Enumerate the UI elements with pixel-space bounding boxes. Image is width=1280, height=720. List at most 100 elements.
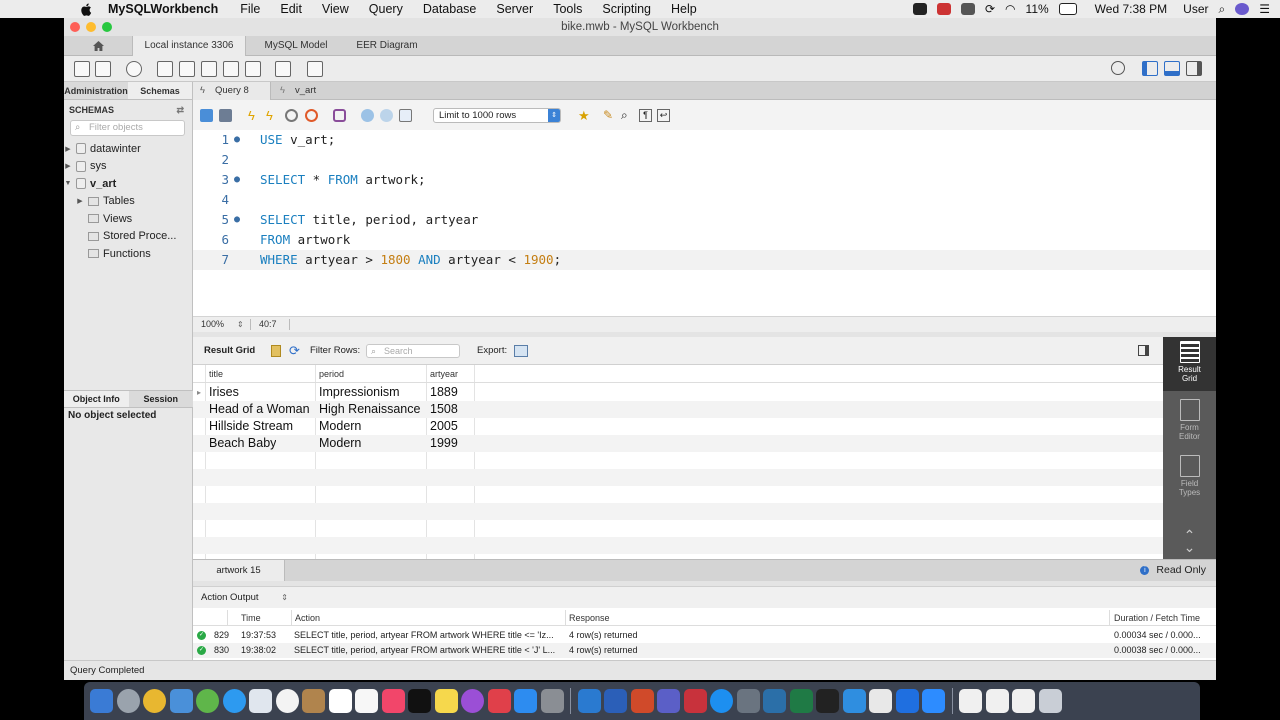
result-tab-artwork[interactable]: artwork 15 <box>193 560 285 581</box>
dictionary-icon[interactable] <box>683 689 707 713</box>
status-app-icon[interactable] <box>936 3 951 15</box>
reconnect-icon[interactable] <box>307 61 323 77</box>
filter-rows-input[interactable]: ⌕ Search <box>366 344 460 358</box>
document-icon[interactable] <box>1012 689 1035 713</box>
excel-icon[interactable] <box>789 689 813 713</box>
stop-icon[interactable] <box>305 109 318 122</box>
screen-record-icon[interactable] <box>912 3 927 15</box>
cell-period[interactable]: Modern <box>316 418 361 435</box>
menu-edit[interactable]: Edit <box>280 2 302 16</box>
tree-tables[interactable]: ▶ Tables <box>64 193 192 211</box>
textedit-icon[interactable] <box>869 689 892 713</box>
toggle-output-icon[interactable] <box>1164 61 1180 76</box>
search-table-data-icon[interactable] <box>275 61 291 77</box>
column-header-period[interactable]: period <box>316 365 344 383</box>
app-menu[interactable]: MySQLWorkbench <box>108 2 218 16</box>
close-window-button[interactable] <box>70 22 80 32</box>
tab-v-art[interactable]: ϟ v_art <box>273 82 343 100</box>
wrap-lines-icon[interactable]: ↩ <box>657 109 670 122</box>
tab-administration[interactable]: Administration <box>64 82 128 99</box>
news-icon[interactable] <box>487 689 511 713</box>
system-preferences-icon[interactable] <box>540 689 564 713</box>
result-grid-view-button[interactable]: Result Grid <box>1163 337 1216 391</box>
document-icon[interactable] <box>959 689 982 713</box>
mysql-workbench-icon[interactable] <box>763 689 786 713</box>
scroll-arrows-icon[interactable]: ⌃ ⌄ <box>1163 528 1216 555</box>
wifi-icon[interactable]: ◠ <box>1005 2 1015 16</box>
cell-title[interactable]: Irises <box>206 384 239 401</box>
field-types-button[interactable]: Field Types <box>1163 451 1216 501</box>
col-duration[interactable]: Duration / Fetch Time <box>1114 610 1200 626</box>
menu-scripting[interactable]: Scripting <box>602 2 651 16</box>
tab-mysql-model[interactable]: MySQL Model <box>246 36 346 56</box>
filter-objects-input[interactable]: ⌕ Filter objects <box>70 120 185 136</box>
cell-artyear[interactable]: 1889 <box>427 384 458 401</box>
table-row[interactable]: Hillside Stream Modern 2005 <box>193 418 1163 435</box>
zoom-icon[interactable] <box>922 689 945 713</box>
invisible-chars-icon[interactable]: ¶ <box>639 109 652 122</box>
brush-icon[interactable]: ✎ <box>603 109 616 122</box>
tab-session[interactable]: Session <box>129 391 194 407</box>
menu-tools[interactable]: Tools <box>553 2 582 16</box>
create-schema-icon[interactable] <box>157 61 173 77</box>
teams-icon[interactable] <box>657 689 680 713</box>
schema-sys[interactable]: ▶ sys <box>64 158 192 176</box>
maps-icon[interactable] <box>249 689 272 713</box>
new-sql-tab-icon[interactable] <box>74 61 90 77</box>
sql-editor[interactable]: 1 ● USE v_art; 2 3 ● SELECT * FROM artwork… <box>193 130 1216 316</box>
toggle-panel-icon[interactable] <box>1138 345 1149 356</box>
menu-help[interactable]: Help <box>671 2 697 16</box>
cell-title[interactable]: Hillside Stream <box>206 418 293 435</box>
messages-icon[interactable] <box>222 689 246 713</box>
chrome-icon[interactable] <box>143 689 166 713</box>
chevron-updown-icon[interactable]: ⇕ <box>281 593 288 602</box>
explain-icon[interactable] <box>285 109 298 122</box>
inspector-icon[interactable] <box>126 61 142 77</box>
action-output-select[interactable]: Action Output <box>201 592 259 603</box>
preview-icon[interactable] <box>169 689 193 713</box>
app-store-icon[interactable] <box>514 689 537 713</box>
launchpad-icon[interactable] <box>116 689 140 713</box>
table-row[interactable]: Beach Baby Modern 1999 <box>193 435 1163 452</box>
snagit-icon[interactable] <box>842 689 866 713</box>
zoom-level[interactable]: 100% <box>201 317 224 332</box>
messenger-icon[interactable] <box>710 689 733 713</box>
form-editor-button[interactable]: Form Editor <box>1163 395 1216 445</box>
col-response[interactable]: Response <box>569 610 610 626</box>
execute-icon[interactable]: ϟ <box>248 109 261 122</box>
home-tab[interactable] <box>64 36 132 56</box>
open-file-icon[interactable] <box>200 109 213 122</box>
result-grid[interactable]: title period artyear ▸ Irises Impression… <box>193 365 1163 559</box>
schema-datawinter[interactable]: ▶ datawinter <box>64 140 192 158</box>
cell-artyear[interactable]: 1999 <box>427 435 458 452</box>
apple-icon[interactable] <box>78 0 96 18</box>
calendar-icon[interactable] <box>328 689 352 713</box>
commit-icon[interactable] <box>361 109 374 122</box>
toggle-error-icon[interactable] <box>333 109 346 122</box>
create-procedure-icon[interactable] <box>223 61 239 77</box>
clock[interactable]: Wed 7:38 PM <box>1095 2 1167 16</box>
vscode-icon[interactable] <box>577 689 601 713</box>
tree-stored-procedures[interactable]: Stored Proce... <box>64 228 192 246</box>
toggle-sidebar-icon[interactable] <box>1142 61 1158 76</box>
menu-query[interactable]: Query <box>369 2 403 16</box>
app-icon[interactable] <box>736 689 760 713</box>
toggle-secondary-sidebar-icon[interactable] <box>1186 61 1202 76</box>
expand-icon[interactable]: ▶ <box>64 162 72 170</box>
table-row[interactable]: Head of a Woman High Renaissance 1508 <box>193 401 1163 418</box>
finder-icon[interactable] <box>90 689 113 713</box>
execute-current-icon[interactable]: ϟ <box>266 109 279 122</box>
notes-book-icon[interactable] <box>302 689 325 713</box>
facetime-icon[interactable] <box>196 689 219 713</box>
column-header-artyear[interactable]: artyear <box>427 365 458 383</box>
menu-database[interactable]: Database <box>423 2 477 16</box>
tv-icon[interactable] <box>408 689 431 713</box>
create-function-icon[interactable] <box>245 61 261 77</box>
menu-server[interactable]: Server <box>496 2 533 16</box>
column-header-title[interactable]: title <box>206 365 223 383</box>
sync-icon[interactable]: ⟳ <box>985 2 995 16</box>
podcasts-icon[interactable] <box>461 689 484 713</box>
tab-eer-diagram[interactable]: EER Diagram <box>346 36 428 56</box>
settings-icon[interactable] <box>1111 61 1125 75</box>
document-icon[interactable] <box>985 689 1009 713</box>
